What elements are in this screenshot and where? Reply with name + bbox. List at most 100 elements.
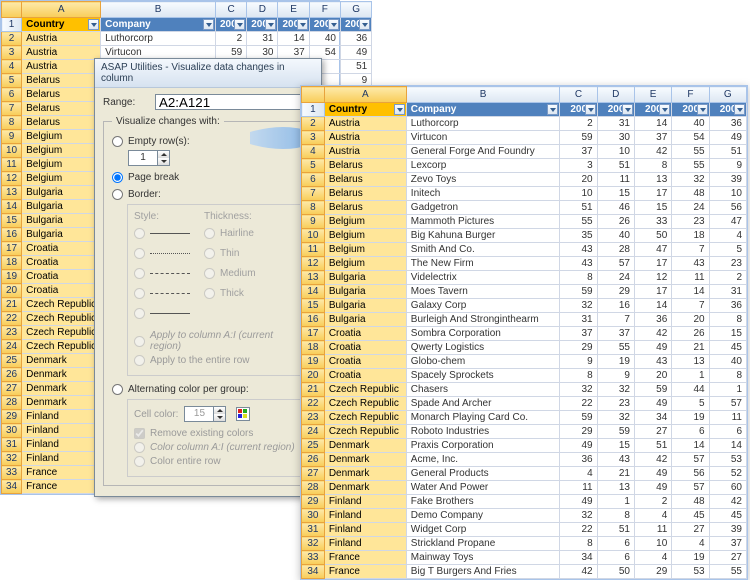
row-number[interactable]: 27: [302, 467, 325, 481]
cell-company[interactable]: Moes Tavern: [406, 285, 560, 299]
cell-value[interactable]: 39: [709, 173, 746, 187]
cell-value[interactable]: 26: [597, 215, 634, 229]
cell-value[interactable]: 11: [672, 271, 709, 285]
row-number[interactable]: 8: [302, 201, 325, 215]
cell-country[interactable]: Belgium: [22, 172, 101, 186]
radio-alternating[interactable]: [112, 384, 123, 395]
row-number[interactable]: 24: [302, 425, 325, 439]
row-number[interactable]: 18: [2, 256, 22, 270]
cell-value[interactable]: 13: [672, 355, 709, 369]
cell-value[interactable]: 28: [597, 243, 634, 257]
filter-icon[interactable]: [265, 19, 276, 30]
cell-country[interactable]: Croatia: [324, 341, 406, 355]
cell-value[interactable]: 36: [709, 117, 746, 131]
cell-country[interactable]: Austria: [324, 131, 406, 145]
cell-value[interactable]: 22: [560, 523, 597, 537]
cell-value[interactable]: 6: [597, 537, 634, 551]
cell-value[interactable]: 34: [560, 551, 597, 565]
cell-value[interactable]: 37: [560, 145, 597, 159]
cell-value[interactable]: 14: [709, 439, 746, 453]
cell-country[interactable]: Belgium: [324, 257, 406, 271]
spinner-up-icon[interactable]: [157, 151, 169, 158]
cell-value[interactable]: 51: [634, 439, 671, 453]
row-number[interactable]: 11: [302, 243, 325, 257]
radio-page-break[interactable]: [112, 172, 123, 183]
cell-value[interactable]: 45: [709, 509, 746, 523]
cell-value[interactable]: 23: [709, 257, 746, 271]
row-number[interactable]: 12: [2, 172, 22, 186]
cell-value[interactable]: 8: [634, 159, 671, 173]
cell-value[interactable]: 29: [560, 341, 597, 355]
cell-company[interactable]: Luthorcorp: [406, 117, 560, 131]
cell-country[interactable]: Croatia: [324, 355, 406, 369]
header-cell-company[interactable]: Company: [406, 103, 560, 117]
row-number[interactable]: 7: [2, 102, 22, 116]
cell-value[interactable]: 33: [634, 215, 671, 229]
cell-value[interactable]: 57: [672, 481, 709, 495]
cell-value[interactable]: 51: [340, 60, 371, 74]
cell-country[interactable]: Finland: [324, 509, 406, 523]
row-number[interactable]: 33: [302, 551, 325, 565]
cell-value[interactable]: 37: [560, 327, 597, 341]
cell-value[interactable]: 42: [560, 565, 597, 579]
cell-country[interactable]: France: [324, 551, 406, 565]
cell-company[interactable]: Zevo Toys: [406, 173, 560, 187]
cell-value[interactable]: 48: [672, 187, 709, 201]
row-number[interactable]: 13: [302, 271, 325, 285]
cell-country[interactable]: Austria: [324, 117, 406, 131]
row-number[interactable]: 32: [2, 452, 22, 466]
cell-value[interactable]: 10: [560, 187, 597, 201]
cell-value[interactable]: 1: [709, 383, 746, 397]
select-all-corner[interactable]: [2, 2, 22, 18]
row-number[interactable]: 9: [302, 215, 325, 229]
cell-value[interactable]: 59: [560, 285, 597, 299]
cell-value[interactable]: 9: [560, 355, 597, 369]
cell-country[interactable]: Austria: [324, 145, 406, 159]
cell-value[interactable]: 43: [634, 355, 671, 369]
cell-country[interactable]: Czech Republic: [324, 397, 406, 411]
row-number[interactable]: 22: [302, 397, 325, 411]
cell-value[interactable]: 53: [709, 453, 746, 467]
cell-value[interactable]: 49: [634, 481, 671, 495]
cell-value[interactable]: 6: [709, 425, 746, 439]
row-number[interactable]: 31: [2, 438, 22, 452]
cell-value[interactable]: 21: [597, 467, 634, 481]
cell-country[interactable]: Belgium: [22, 130, 101, 144]
row-number[interactable]: 32: [302, 537, 325, 551]
row-number[interactable]: 29: [302, 495, 325, 509]
cell-value[interactable]: 36: [340, 32, 371, 46]
cell-value[interactable]: 56: [672, 467, 709, 481]
row-number[interactable]: 21: [302, 383, 325, 397]
cell-value[interactable]: 42: [634, 453, 671, 467]
cell-value[interactable]: 51: [597, 159, 634, 173]
filter-icon[interactable]: [203, 19, 214, 30]
cell-country[interactable]: Finland: [22, 424, 101, 438]
cell-value[interactable]: 10: [597, 145, 634, 159]
cell-value[interactable]: 15: [709, 327, 746, 341]
cell-value[interactable]: 1: [597, 495, 634, 509]
cell-value[interactable]: 16: [597, 299, 634, 313]
cell-value[interactable]: 42: [709, 495, 746, 509]
cell-value[interactable]: 40: [709, 355, 746, 369]
col-header[interactable]: E: [278, 2, 309, 18]
cell-country[interactable]: Denmark: [324, 453, 406, 467]
cell-value[interactable]: 36: [560, 453, 597, 467]
cell-value[interactable]: 2: [560, 117, 597, 131]
row-number[interactable]: 6: [302, 173, 325, 187]
cell-value[interactable]: 21: [672, 341, 709, 355]
cell-country[interactable]: Denmark: [22, 354, 101, 368]
cell-value[interactable]: 49: [634, 467, 671, 481]
row-number[interactable]: 19: [302, 355, 325, 369]
header-cell-year[interactable]: 2005: [560, 103, 597, 117]
cell-value[interactable]: 20: [634, 369, 671, 383]
cell-country[interactable]: Finland: [324, 523, 406, 537]
dialog-titlebar[interactable]: ASAP Utilities - Visualize data changes …: [95, 59, 321, 88]
cell-country[interactable]: Austria: [22, 60, 101, 74]
cell-value[interactable]: 17: [634, 187, 671, 201]
cell-value[interactable]: 51: [597, 523, 634, 537]
row-number[interactable]: 29: [2, 410, 22, 424]
cell-value[interactable]: 51: [709, 145, 746, 159]
cell-value[interactable]: 17: [634, 257, 671, 271]
cell-value[interactable]: 14: [278, 32, 309, 46]
cell-company[interactable]: Burleigh And Stronginthearm: [406, 313, 560, 327]
